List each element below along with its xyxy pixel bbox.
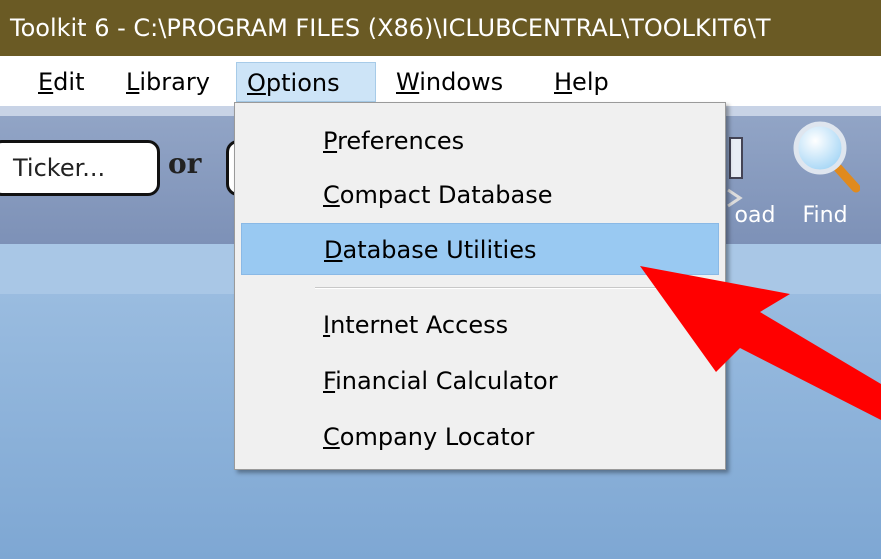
red-arrow-icon <box>640 266 881 420</box>
